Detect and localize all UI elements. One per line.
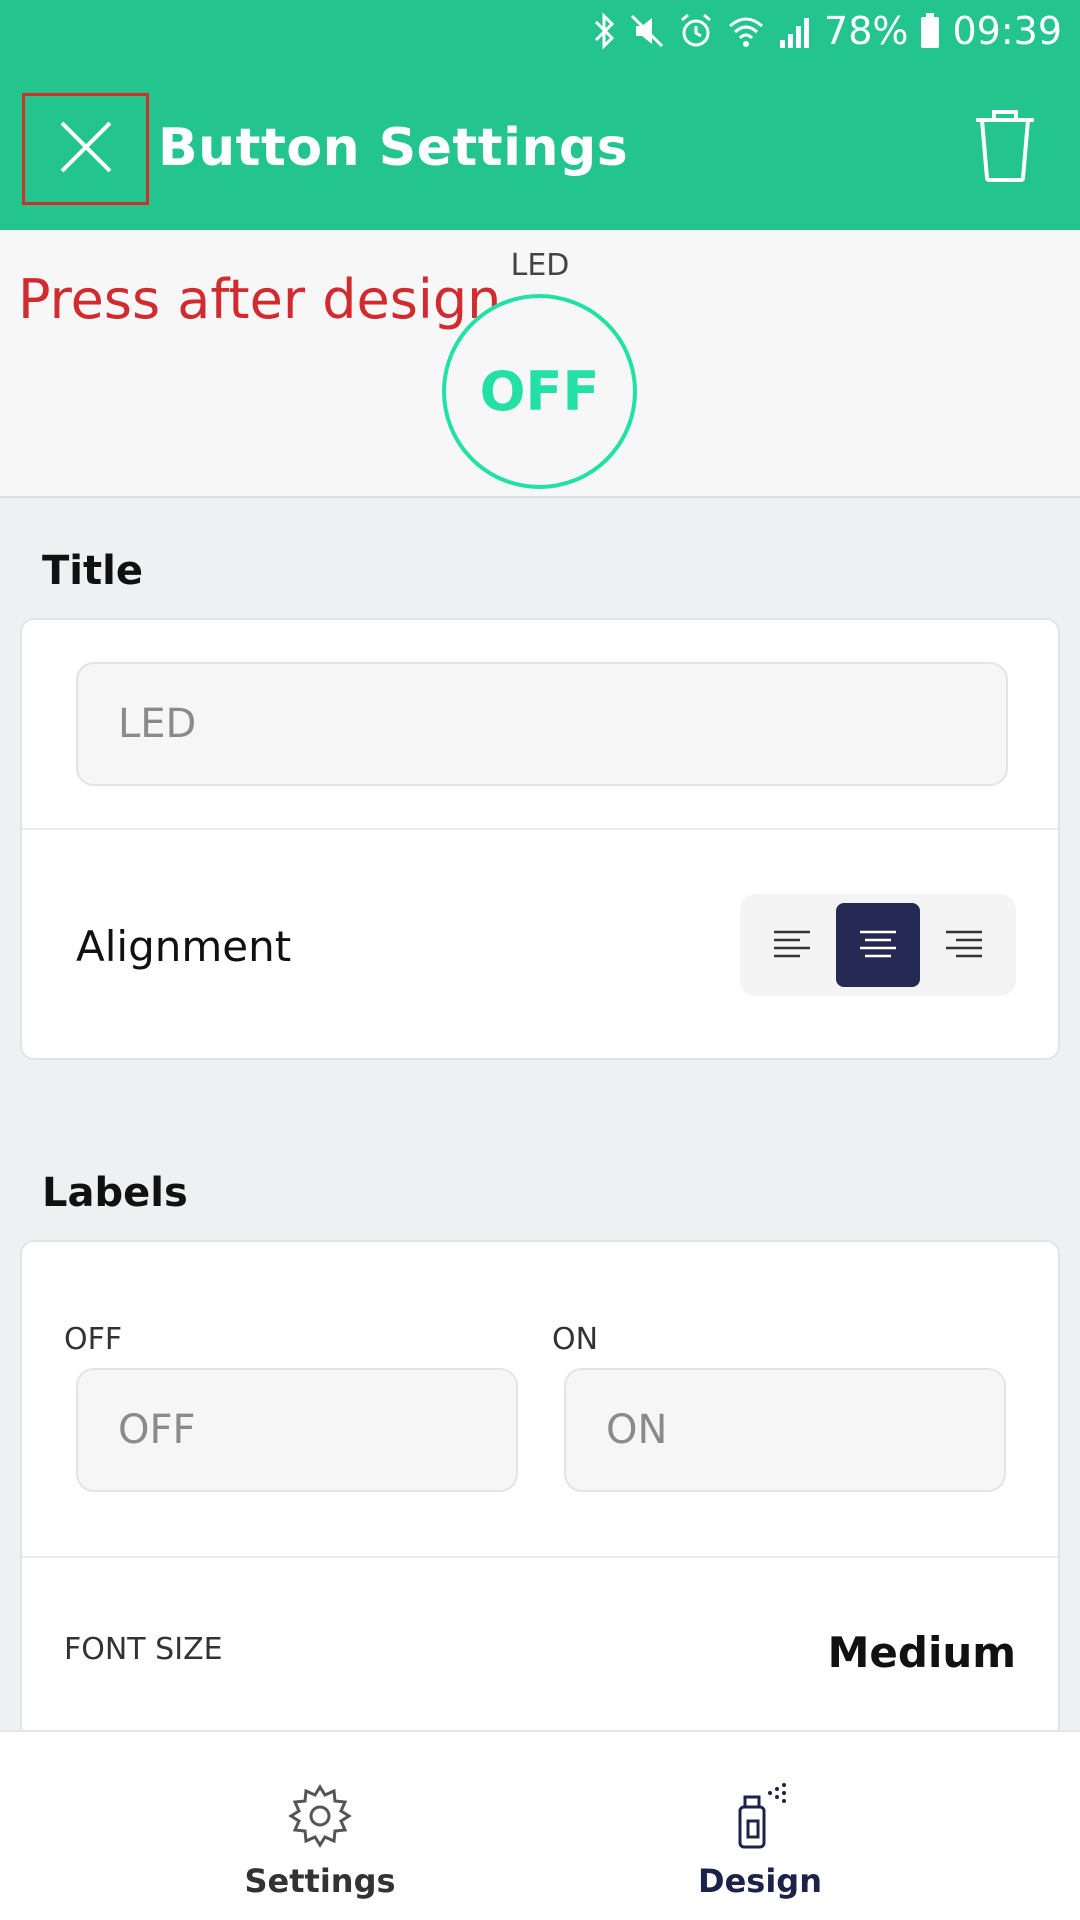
trash-icon: [970, 110, 1040, 188]
font-size-value[interactable]: Medium: [828, 1628, 1016, 1677]
off-label-input[interactable]: OFF: [76, 1368, 518, 1492]
off-label-caption: OFF: [64, 1322, 123, 1357]
close-button[interactable]: [22, 93, 149, 205]
title-section-heading: Title: [42, 548, 143, 594]
divider: [22, 828, 1058, 830]
tab-design[interactable]: Design: [490, 1732, 1030, 1920]
font-size-label: FONT SIZE: [64, 1632, 223, 1667]
widget-preview: LED Press after design OFF: [0, 230, 1080, 498]
delete-button[interactable]: [970, 108, 1040, 184]
page-title: Button Settings: [158, 118, 629, 178]
align-right-icon: [946, 930, 982, 958]
wifi-icon: [726, 12, 766, 50]
align-center-button[interactable]: [836, 903, 920, 987]
led-preview-button[interactable]: OFF: [442, 294, 637, 489]
align-right-button[interactable]: [922, 903, 1006, 987]
app-header: 78% 09:39 Button Settings: [0, 0, 1080, 230]
align-left-button[interactable]: [750, 903, 834, 987]
title-input[interactable]: LED: [76, 662, 1008, 786]
close-icon: [58, 119, 114, 179]
signal-icon: [778, 12, 812, 50]
alarm-icon: [678, 12, 714, 50]
battery-icon: [920, 12, 940, 50]
align-center-icon: [860, 930, 896, 958]
annotation-text: Press after design: [18, 268, 502, 331]
on-label-caption: ON: [552, 1322, 599, 1357]
spray-can-icon: [730, 1776, 790, 1856]
bottom-navigation: Settings Design: [0, 1730, 1080, 1920]
led-button-label: OFF: [479, 360, 600, 423]
labels-card: OFF ON OFF ON FONT SIZE Medium: [20, 1240, 1060, 1760]
on-label-value: ON: [606, 1407, 668, 1453]
on-label-input[interactable]: ON: [564, 1368, 1006, 1492]
title-card: LED Alignment: [20, 618, 1060, 1060]
divider: [22, 1556, 1058, 1558]
status-bar: 78% 09:39: [592, 9, 1062, 53]
battery-percent: 78%: [824, 9, 909, 53]
align-left-icon: [774, 930, 810, 958]
tab-design-label: Design: [698, 1862, 822, 1900]
tab-settings-label: Settings: [244, 1862, 396, 1900]
title-input-value: LED: [118, 701, 197, 747]
off-label-value: OFF: [118, 1407, 196, 1453]
clock-time: 09:39: [952, 9, 1062, 53]
labels-section-heading: Labels: [42, 1170, 188, 1216]
gear-icon: [285, 1776, 355, 1856]
alignment-selector: [740, 894, 1016, 996]
bluetooth-icon: [592, 12, 618, 50]
alignment-label: Alignment: [76, 922, 292, 971]
mute-icon: [630, 12, 666, 50]
